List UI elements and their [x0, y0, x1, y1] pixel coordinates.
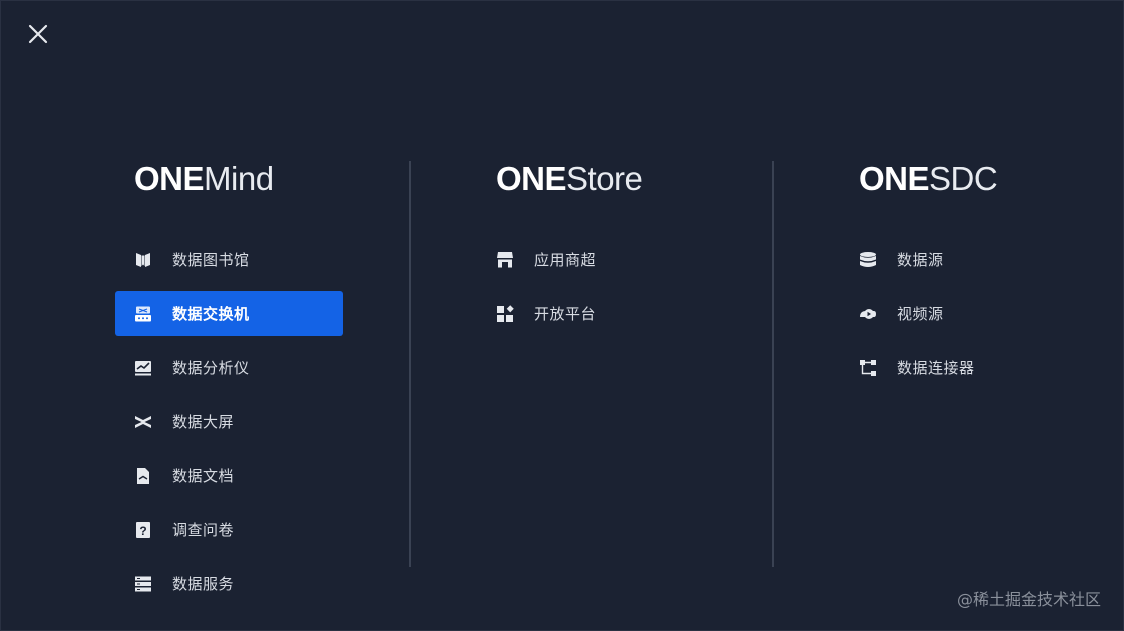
onemind-brand: ONEMind	[134, 159, 274, 199]
menu-item-label: 开放平台	[534, 305, 597, 323]
close-icon	[28, 24, 48, 44]
brand-light: Mind	[204, 160, 274, 197]
onesdc-menu: 数据源 视频源 数据连接器	[840, 237, 1068, 399]
onestore-brand: ONEStore	[496, 159, 643, 199]
question-icon: ?	[133, 520, 153, 540]
menu-item-label: 视频源	[897, 305, 944, 323]
video-icon	[858, 304, 878, 324]
brand-strong: ONE	[134, 160, 205, 197]
onemind-menu: 数据图书馆 数据交换机 数据分析仪 数据大屏 数据文档 ? 调查问卷 数据服务	[115, 237, 343, 615]
menu-item-label: 数据服务	[172, 575, 235, 593]
book-icon	[133, 250, 153, 270]
menu-item-data-service[interactable]: 数据服务	[115, 561, 343, 606]
menu-item-label: 数据分析仪	[172, 359, 250, 377]
menu-item-survey[interactable]: ? 调查问卷	[115, 507, 343, 552]
menu-item-label: 调查问卷	[172, 521, 235, 539]
menu-item-data-connector[interactable]: 数据连接器	[840, 345, 1068, 390]
menu-item-label: 数据连接器	[897, 359, 975, 377]
menu-item-label: 应用商超	[534, 251, 597, 269]
screen-icon	[133, 412, 153, 432]
svg-text:?: ?	[139, 524, 146, 538]
brand-light: SDC	[929, 160, 998, 197]
brand-strong: ONE	[496, 160, 567, 197]
menu-item-data-exchange[interactable]: 数据交换机	[115, 291, 343, 336]
column-divider	[409, 161, 411, 567]
server-icon	[133, 574, 153, 594]
store-icon	[495, 250, 515, 270]
menu-item-data-source[interactable]: 数据源	[840, 237, 1068, 282]
menu-item-open-platform[interactable]: 开放平台	[477, 291, 705, 336]
app-launcher-panel: ONEMind 数据图书馆 数据交换机 数据分析仪 数据大屏 数据文档 ? 调查…	[0, 0, 1124, 631]
brand-light: Store	[566, 160, 643, 197]
menu-item-video-source[interactable]: 视频源	[840, 291, 1068, 336]
menu-item-data-document[interactable]: 数据文档	[115, 453, 343, 498]
menu-item-data-library[interactable]: 数据图书馆	[115, 237, 343, 282]
document-icon	[133, 466, 153, 486]
exchange-icon	[133, 304, 153, 324]
menu-item-label: 数据文档	[172, 467, 235, 485]
watermark: @稀土掘金技术社区	[956, 590, 1101, 609]
close-button[interactable]	[25, 21, 51, 47]
menu-item-data-analyzer[interactable]: 数据分析仪	[115, 345, 343, 390]
menu-item-label: 数据交换机	[172, 305, 250, 323]
column-divider	[772, 161, 774, 567]
menu-item-app-store[interactable]: 应用商超	[477, 237, 705, 282]
menu-item-data-screen[interactable]: 数据大屏	[115, 399, 343, 444]
database-icon	[858, 250, 878, 270]
menu-item-label: 数据大屏	[172, 413, 235, 431]
chart-icon	[133, 358, 153, 378]
onesdc-brand: ONESDC	[859, 159, 998, 199]
connector-icon	[858, 358, 878, 378]
platform-icon	[495, 304, 515, 324]
brand-strong: ONE	[859, 160, 930, 197]
menu-item-label: 数据源	[897, 251, 944, 269]
onestore-menu: 应用商超 开放平台	[477, 237, 705, 345]
menu-item-label: 数据图书馆	[172, 251, 250, 269]
